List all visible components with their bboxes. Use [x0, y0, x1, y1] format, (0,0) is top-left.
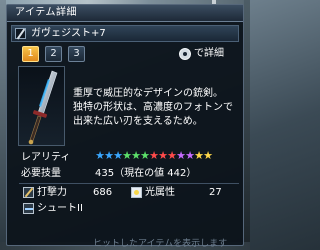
- button-glyph-icon: [179, 48, 191, 60]
- element-value: 27: [209, 187, 222, 198]
- rarity-star-icon: ★: [113, 149, 123, 162]
- rarity-star-icon: ★: [122, 149, 132, 162]
- weapon-image: [18, 66, 65, 146]
- rarity-star-icon: ★: [95, 149, 105, 162]
- weapon-sword-icon: [28, 70, 58, 145]
- rarity-star-icon: ★: [158, 149, 168, 162]
- rarity-star-icon: ★: [104, 149, 114, 162]
- tab-3[interactable]: 3: [68, 46, 85, 62]
- tab-1[interactable]: 1: [22, 46, 39, 62]
- detail-hint[interactable]: で詳細: [179, 47, 241, 61]
- strike-value: 686: [93, 187, 113, 198]
- description-line: 独特の形状は、高濃度のフォトンで: [73, 102, 233, 113]
- description-line: 重厚で威圧的なデザインの銃剣。: [73, 88, 223, 99]
- element-label: 光属性: [145, 187, 175, 198]
- strike-icon: [23, 187, 34, 198]
- requirement-label: 必要技量: [21, 168, 61, 179]
- rarity-star-icon: ★: [176, 149, 186, 162]
- game-background-right: [244, 0, 250, 250]
- rarity-label: レアリティ: [21, 152, 71, 163]
- rarity-star-icon: ★: [194, 149, 204, 162]
- weapon-type-label: シュートII: [37, 203, 83, 214]
- item-description: 重厚で威圧的なデザインの銃剣。 独特の形状は、高濃度のフォトンで 出来た広い刃を…: [73, 87, 239, 129]
- rarity-star-icon: ★: [149, 149, 159, 162]
- description-line: 出来た広い刃を支えるため。: [73, 116, 203, 127]
- window-title: アイテム詳細: [15, 7, 77, 18]
- rarity-stars: ★★★★★★★★★★★★★: [95, 149, 213, 163]
- window-title-bar[interactable]: アイテム詳細: [7, 5, 243, 22]
- footer-faded-text: ヒットしたアイテムを表示します: [93, 239, 228, 249]
- detail-hint-label: で詳細: [194, 48, 224, 59]
- rarity-star-icon: ★: [185, 149, 195, 162]
- rarity-star-icon: ★: [131, 149, 141, 162]
- tab-2[interactable]: 2: [45, 46, 62, 62]
- stats-divider: [19, 183, 239, 184]
- strike-label: 打撃力: [37, 187, 67, 198]
- light-element-icon: [131, 187, 142, 198]
- item-name-row: ガヴェジスト+7: [11, 25, 239, 42]
- rarity-star-icon: ★: [203, 149, 213, 162]
- rarity-star-icon: ★: [167, 149, 177, 162]
- weapon-type-icon: [15, 28, 26, 39]
- item-name: ガヴェジスト+7: [31, 28, 106, 39]
- requirement-value: 435（現在の値 442）: [95, 168, 197, 179]
- item-detail-window: アイテム詳細 ガヴェジスト+7 1 2 3 で詳細 重厚で威圧的なデザインの銃剣…: [6, 4, 244, 249]
- rarity-star-icon: ★: [140, 149, 150, 162]
- shoot-icon: [23, 203, 34, 214]
